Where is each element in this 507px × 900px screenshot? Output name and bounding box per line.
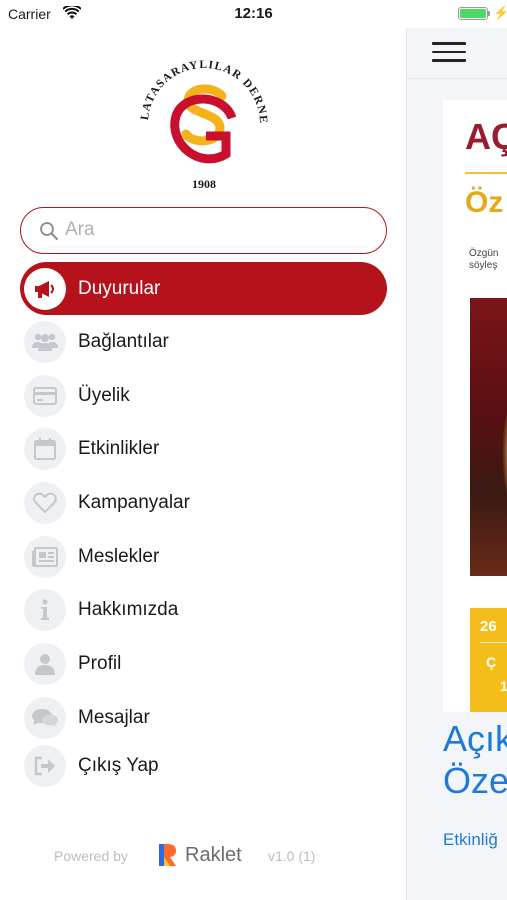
user-icon bbox=[24, 642, 66, 685]
search-box[interactable] bbox=[20, 207, 387, 254]
hamburger-menu-icon[interactable] bbox=[432, 42, 466, 64]
info-icon bbox=[24, 589, 66, 632]
menu-item-uyelik[interactable]: Üyelik bbox=[20, 369, 387, 423]
heading-line: Öze bbox=[443, 760, 507, 801]
drawer-footer: Powered by Raklet v1.0 (1) bbox=[54, 841, 354, 871]
card-title: AÇ bbox=[465, 116, 507, 157]
menu-item-hakkimizda[interactable]: Hakkımızda bbox=[20, 583, 387, 637]
menu-item-kampanyalar[interactable]: Kampanyalar bbox=[20, 476, 387, 530]
menu-item-label: Üyelik bbox=[78, 384, 130, 406]
battery-icon bbox=[458, 7, 488, 20]
menu-item-label: Profil bbox=[78, 652, 122, 674]
battery-level-fill bbox=[460, 9, 486, 18]
logo-year: 1908 bbox=[192, 177, 216, 191]
side-drawer: GALATASARAYLILAR DERNEĞİ 1908 bbox=[0, 28, 406, 900]
charging-bolt-icon: ⚡ bbox=[493, 5, 507, 20]
menu-item-label: Etkinlikler bbox=[78, 438, 160, 460]
card-divider bbox=[465, 172, 507, 174]
banner-date: 26 bbox=[480, 618, 497, 635]
card-text-line: Özgün bbox=[469, 248, 499, 259]
raklet-brand: Raklet bbox=[185, 844, 242, 866]
galatasaray-logo: GALATASARAYLILAR DERNEĞİ 1908 bbox=[129, 41, 274, 192]
people-icon bbox=[24, 320, 66, 363]
raklet-logo-icon bbox=[158, 842, 178, 868]
menu-item-label: Kampanyalar bbox=[78, 491, 190, 513]
card-text-line: söyleş bbox=[469, 260, 498, 271]
navbar-divider bbox=[406, 78, 507, 79]
menu-item-baglantilar[interactable]: Bağlantılar bbox=[20, 315, 387, 369]
battery-cap bbox=[488, 11, 490, 16]
drawer-menu: Duyurular Bağlantılar Üyelik Etkinlikler… bbox=[20, 262, 387, 787]
menu-item-meslekler[interactable]: Meslekler bbox=[20, 530, 387, 584]
banner-text: 1 bbox=[500, 678, 507, 694]
status-bar: Carrier 12:16 ⚡ bbox=[0, 0, 507, 28]
card-subtitle: Öz bbox=[465, 186, 504, 219]
logout-icon bbox=[24, 744, 66, 787]
powered-by-label: Powered by bbox=[54, 848, 128, 864]
card-photo bbox=[470, 298, 507, 576]
menu-item-duyurular[interactable]: Duyurular bbox=[20, 262, 387, 315]
banner-divider bbox=[480, 642, 507, 643]
card-text: Özgün söyleş bbox=[469, 248, 498, 272]
menu-item-label: Mesajlar bbox=[78, 706, 150, 728]
heart-icon bbox=[24, 481, 66, 524]
chat-bubbles-icon bbox=[24, 696, 66, 739]
clock: 12:16 bbox=[234, 5, 273, 22]
card-icon bbox=[24, 374, 66, 417]
announcement-card[interactable]: AÇ Öz Özgün söyleş 26 Ç 1 bbox=[443, 100, 507, 712]
heading-line: Açık bbox=[443, 718, 507, 759]
menu-item-cikis-yap[interactable]: Çıkış Yap bbox=[20, 744, 387, 787]
menu-item-etkinlikler[interactable]: Etkinlikler bbox=[20, 422, 387, 476]
event-link[interactable]: Etkinliğ bbox=[443, 830, 498, 850]
search-icon bbox=[39, 221, 59, 241]
photo-person bbox=[502, 413, 507, 513]
menu-item-label: Hakkımızda bbox=[78, 599, 179, 621]
calendar-icon bbox=[24, 428, 66, 471]
app-version: v1.0 (1) bbox=[268, 848, 316, 864]
banner-text: Ç bbox=[486, 654, 497, 670]
megaphone-icon bbox=[24, 267, 66, 310]
search-input[interactable] bbox=[65, 208, 365, 252]
menu-item-label: Bağlantılar bbox=[78, 330, 169, 352]
menu-item-mesajlar[interactable]: Mesajlar bbox=[20, 691, 387, 745]
card-banner: 26 Ç 1 bbox=[470, 608, 507, 712]
announcement-heading[interactable]: Açık Öze bbox=[443, 718, 507, 802]
menu-item-label: Duyurular bbox=[78, 277, 161, 299]
menu-item-label: Meslekler bbox=[78, 545, 160, 567]
menu-item-label: Çıkış Yap bbox=[78, 754, 159, 776]
menu-item-profil[interactable]: Profil bbox=[20, 637, 387, 691]
newspaper-icon bbox=[24, 535, 66, 578]
